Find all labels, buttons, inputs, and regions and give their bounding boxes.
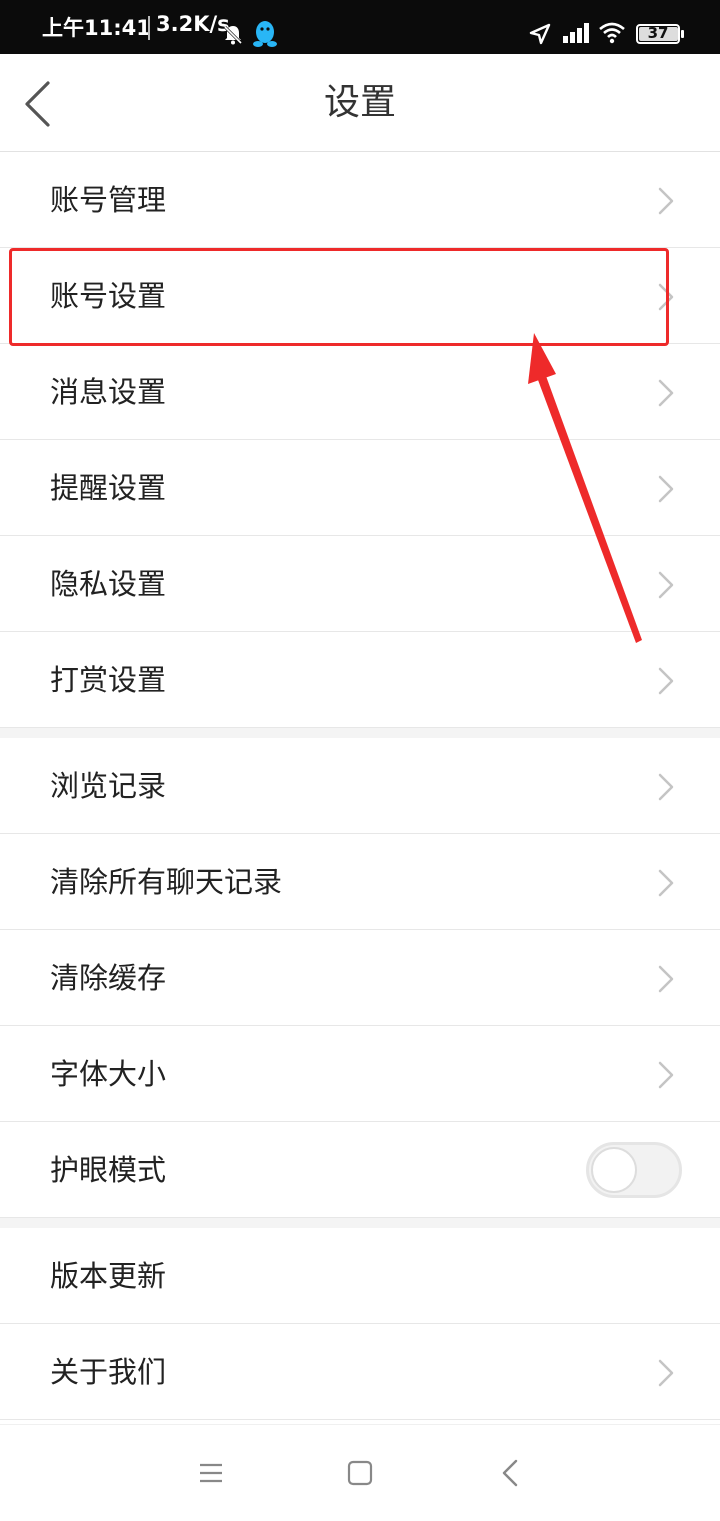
chevron-right-icon — [656, 772, 676, 806]
toggle-knob — [591, 1147, 637, 1193]
settings-item-label: 字体大小 — [50, 1057, 167, 1091]
settings-item-clear-cache[interactable]: 清除缓存 — [0, 930, 720, 1026]
annotation-arrow — [528, 333, 642, 643]
settings-item-clear-chat-history[interactable]: 清除所有聊天记录 — [0, 834, 720, 930]
settings-item-label: 关于我们 — [50, 1355, 167, 1389]
back-triangle-icon[interactable] — [500, 1458, 522, 1492]
chevron-right-icon — [656, 868, 676, 902]
settings-item-label: 清除所有聊天记录 — [50, 865, 283, 899]
settings-item-font-size[interactable]: 字体大小 — [0, 1026, 720, 1122]
settings-item-label: 版本更新 — [50, 1259, 167, 1293]
system-nav-bar — [0, 1424, 720, 1521]
settings-item-version-update[interactable]: 版本更新 — [0, 1228, 720, 1324]
settings-item-eye-protection: 护眼模式 — [0, 1122, 720, 1218]
chevron-right-icon — [656, 1060, 676, 1094]
settings-item-about-us[interactable]: 关于我们 — [0, 1324, 720, 1420]
settings-item-label: 护眼模式 — [50, 1153, 167, 1187]
group-divider — [0, 1218, 720, 1228]
settings-item-label: 浏览记录 — [50, 769, 167, 803]
eye-protection-toggle[interactable] — [586, 1142, 682, 1198]
settings-item-label: 清除缓存 — [50, 961, 167, 995]
menu-icon[interactable] — [198, 1462, 224, 1488]
chevron-right-icon — [656, 964, 676, 998]
home-square-icon[interactable] — [347, 1460, 373, 1490]
chevron-right-icon — [656, 1358, 676, 1392]
group-divider — [0, 728, 720, 738]
settings-item-browse-history[interactable]: 浏览记录 — [0, 738, 720, 834]
